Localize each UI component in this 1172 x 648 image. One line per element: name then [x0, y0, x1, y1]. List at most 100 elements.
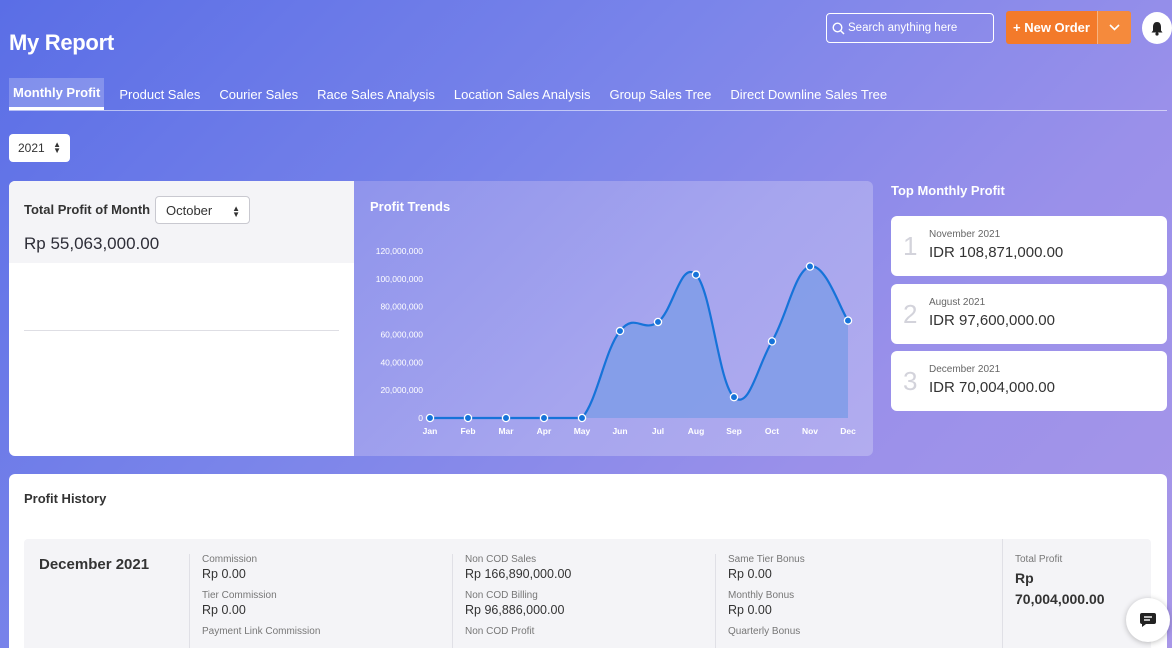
year-select[interactable]: 2021 ▲ ▼: [9, 134, 70, 162]
history-field: Monthly Bonus Rp 0.00: [728, 590, 805, 617]
history-column: Non COD Sales Rp 166,890,000.00 Non COD B…: [452, 554, 571, 648]
search-box[interactable]: [826, 13, 994, 43]
rank-number: 2: [903, 299, 918, 329]
chart-data-point: [577, 413, 587, 423]
select-arrows-icon: ▲ ▼: [232, 204, 240, 219]
page-title: My Report: [9, 30, 114, 55]
chart-data-point: [615, 326, 625, 336]
history-field: Non COD Billing Rp 96,886,000.00: [465, 590, 571, 617]
total-profit-field-label: Total Profit: [1015, 554, 1063, 565]
field-value: Rp 0.00: [202, 603, 246, 617]
x-tick-label: Jan: [423, 426, 438, 436]
y-tick-label: 120,000,000: [376, 246, 424, 256]
top-month-label: December 2021: [929, 364, 1001, 375]
tab-monthly-profit[interactable]: Monthly Profit: [9, 78, 105, 110]
top-month-label: August 2021: [929, 297, 986, 308]
notification-button[interactable]: [1142, 12, 1172, 44]
year-select-value: 2021: [18, 141, 45, 155]
chart-data-point: [767, 337, 777, 346]
tab-product-sales[interactable]: Product Sales: [115, 78, 204, 110]
chart-data-point: [691, 270, 701, 279]
history-column: Same Tier Bonus Rp 0.00 Monthly Bonus Rp 0…: [715, 554, 805, 648]
select-arrows-icon: ▲ ▼: [53, 140, 61, 155]
tab-courier-sales[interactable]: Courier Sales: [215, 78, 302, 110]
profit-history-card: Profit History December 2021 Commission R…: [9, 474, 1167, 648]
field-value: Rp 0.00: [728, 603, 772, 617]
total-profit-amount: Rp 55,063,000.00: [24, 234, 160, 253]
profit-trends-card: Profit Trends 0 20,000,000 40,000,000 60,00…: [354, 181, 873, 456]
chart-data-point: [729, 392, 739, 402]
chevron-down-icon: [1109, 24, 1120, 31]
search-icon: [832, 21, 845, 35]
history-row: December 2021 Commission Rp 0.00 Tier Com…: [24, 539, 1151, 648]
x-tick-label: Sep: [726, 426, 742, 436]
month-select-value: October: [166, 202, 213, 218]
total-profit-label: Total Profit of Month: [24, 202, 151, 217]
chart-data-point: [843, 316, 853, 325]
history-total-column: Total Profit Rp 70,004,000.00: [1002, 539, 1105, 648]
tab-direct-downline-sales-tree[interactable]: Direct Downline Sales Tree: [726, 78, 891, 110]
y-tick-label: 0: [418, 413, 423, 423]
tab-group-sales-tree[interactable]: Group Sales Tree: [605, 78, 715, 110]
y-tick-label: 80,000,000: [380, 302, 423, 312]
chart-data-point: [463, 413, 473, 423]
new-order-button[interactable]: + New Order: [1006, 11, 1097, 44]
field-label: Non COD Sales: [465, 554, 537, 565]
chart-data-point: [539, 413, 549, 423]
top-month-value: IDR 108,871,000.00: [929, 244, 1064, 261]
history-field: Same Tier Bonus Rp 0.00: [728, 554, 805, 581]
total-profit-field-value: 70,004,000.00: [1015, 591, 1105, 607]
x-tick-label: Apr: [537, 426, 552, 436]
field-label: Non COD Profit: [465, 626, 535, 637]
field-value: Rp 166,890,000.00: [465, 567, 572, 581]
rank-number: 1: [903, 231, 918, 261]
y-tick-label: 20,000,000: [380, 385, 423, 395]
chat-icon: [1140, 613, 1156, 627]
field-label: Tier Commission: [202, 590, 277, 601]
history-column: Commission Rp 0.00 Tier Commission Rp 0.00…: [189, 554, 320, 648]
top-monthly-item: 3 December 2021 IDR 70,004,000.00: [891, 351, 1167, 411]
divider: [24, 330, 339, 331]
chart-area-fill: [430, 266, 848, 418]
field-value: Rp 0.00: [202, 567, 246, 581]
field-label: Payment Link Commission: [202, 626, 321, 637]
top-month-value: IDR 97,600,000.00: [929, 312, 1055, 329]
history-field: Quarterly Bonus: [728, 626, 805, 637]
new-order-dropdown-toggle[interactable]: [1097, 11, 1131, 44]
x-tick-label: Nov: [802, 426, 818, 436]
report-tabs: Monthly Profit Product Sales Courier Sal…: [9, 78, 1167, 111]
x-tick-label: Aug: [688, 426, 705, 436]
profit-trends-chart: 0 20,000,000 40,000,000 60,000,000 80,000,00…: [376, 246, 856, 436]
total-profit-header: Total Profit of Month October ▲ ▼ Rp 55,0…: [9, 181, 354, 263]
y-tick-label: 60,000,000: [380, 330, 423, 340]
top-month-value: IDR 70,004,000.00: [929, 379, 1055, 396]
field-label: Same Tier Bonus: [728, 554, 805, 565]
chat-button[interactable]: [1126, 598, 1170, 642]
tab-location-sales-analysis[interactable]: Location Sales Analysis: [450, 78, 595, 110]
field-label: Quarterly Bonus: [728, 626, 801, 637]
top-monthly-title: Top Monthly Profit: [891, 183, 1005, 198]
bell-icon: [1151, 21, 1163, 36]
x-tick-label: Jun: [612, 426, 627, 436]
top-monthly-item: 2 August 2021 IDR 97,600,000.00: [891, 284, 1167, 344]
history-field: Non COD Sales Rp 166,890,000.00: [465, 554, 571, 581]
rank-number: 3: [903, 366, 918, 396]
history-period: December 2021: [39, 556, 150, 573]
field-label: Non COD Billing: [465, 590, 538, 601]
y-tick-label: 100,000,000: [376, 274, 424, 284]
search-input[interactable]: [848, 22, 988, 34]
chart-data-point: [805, 262, 815, 271]
month-select[interactable]: October ▲ ▼: [155, 196, 250, 224]
x-tick-label: Dec: [840, 426, 856, 436]
x-tick-label: Feb: [460, 426, 475, 436]
profit-history-title: Profit History: [24, 491, 107, 506]
total-profit-card: Total Profit of Month October ▲ ▼ Rp 55,0…: [9, 181, 354, 456]
field-label: Commission: [202, 554, 258, 565]
x-tick-label: Mar: [498, 426, 514, 436]
tab-race-sales-analysis[interactable]: Race Sales Analysis: [313, 78, 439, 110]
top-month-label: November 2021: [929, 229, 1001, 240]
chart-data-point: [653, 317, 663, 327]
field-label: Monthly Bonus: [728, 590, 795, 601]
new-order-button-group: + New Order: [1006, 11, 1131, 44]
chart-data-point: [425, 413, 435, 423]
